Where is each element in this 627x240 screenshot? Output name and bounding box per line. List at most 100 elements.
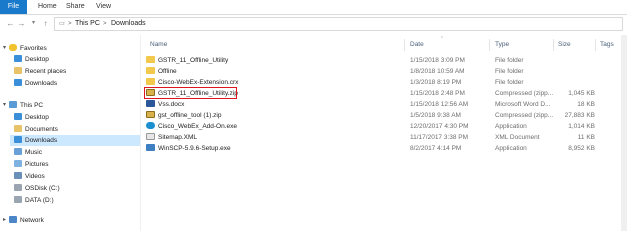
recent-places-icon xyxy=(14,67,22,74)
chevron-down-icon[interactable]: ▾ xyxy=(3,43,6,54)
breadcrumb-separator: > xyxy=(68,21,72,27)
pane-divider[interactable] xyxy=(140,35,141,231)
file-row[interactable]: WinSCP-5.9.6-Setup.exe 8/2/2017 4:14 PM … xyxy=(142,143,621,154)
column-divider[interactable] xyxy=(595,39,596,51)
file-date: 1/15/2018 12:56 AM xyxy=(410,101,469,108)
nav-label: Downloads xyxy=(25,137,58,144)
file-row[interactable]: Vss.docx 1/15/2018 12:56 AM Microsoft Wo… xyxy=(142,99,621,110)
breadcrumb-downloads[interactable]: Downloads xyxy=(111,18,146,30)
tab-view[interactable]: View xyxy=(96,0,111,14)
file-date: 1/3/2018 8:19 PM xyxy=(410,79,462,86)
file-name: gst_offline_tool (1).zip xyxy=(158,112,222,119)
nav-favorites[interactable]: Favorites xyxy=(9,43,47,54)
nav-label: DATA (D:) xyxy=(25,197,54,204)
file-type: XML Document xyxy=(495,134,540,141)
column-header-date[interactable]: Date xyxy=(410,39,424,51)
nav-label: Recent places xyxy=(25,68,67,75)
file-date: 8/2/2017 4:14 PM xyxy=(410,145,462,152)
file-row[interactable]: gst_offline_tool (1).zip 1/5/2018 9:38 A… xyxy=(142,110,621,121)
nav-fav-downloads[interactable]: Downloads xyxy=(14,78,57,89)
column-header-name[interactable]: Name xyxy=(150,39,167,51)
recent-dropdown-icon[interactable]: ▾ xyxy=(29,18,38,29)
pictures-icon xyxy=(14,160,22,167)
nav-pc-downloads[interactable]: Downloads xyxy=(10,135,140,146)
folder-icon xyxy=(146,78,155,85)
file-row[interactable]: Offline 1/8/2018 10:59 AM File folder xyxy=(142,66,621,77)
file-name: Offline xyxy=(158,68,177,75)
file-date: 1/15/2018 2:48 PM xyxy=(410,90,465,97)
chevron-down-icon[interactable]: ▾ xyxy=(3,100,6,111)
pc-icon: ▭ xyxy=(59,21,65,27)
tab-home[interactable]: Home xyxy=(38,0,57,14)
file-date: 11/17/2017 3:38 PM xyxy=(410,134,469,141)
file-row[interactable]: Sitemap.XML 11/17/2017 3:38 PM XML Docum… xyxy=(142,132,621,143)
address-bar[interactable]: ▭ > This PC > Downloads xyxy=(54,17,623,31)
breadcrumb-this-pc[interactable]: This PC xyxy=(75,18,100,30)
file-type: File folder xyxy=(495,79,524,86)
column-header-tags[interactable]: Tags xyxy=(600,39,614,51)
drive-icon xyxy=(14,196,22,203)
nav-pc-osdisk[interactable]: OSDisk (C:) xyxy=(14,183,60,194)
column-divider[interactable] xyxy=(553,39,554,51)
nav-pc-desktop[interactable]: Desktop xyxy=(14,112,49,123)
exe-icon xyxy=(146,122,155,129)
tab-file[interactable]: File xyxy=(0,0,27,14)
file-row[interactable]: GSTR_11_Offline_Utility 1/15/2018 3:09 P… xyxy=(142,55,621,66)
file-date: 1/8/2018 10:59 AM xyxy=(410,68,465,75)
nav-fav-desktop[interactable]: Desktop xyxy=(14,54,49,65)
nav-network[interactable]: Network xyxy=(9,215,44,226)
nav-pc-videos[interactable]: Videos xyxy=(14,171,45,182)
desktop-icon xyxy=(14,113,22,120)
breadcrumb-separator: > xyxy=(103,21,107,27)
nav-label: Music xyxy=(25,149,42,156)
nav-label: Documents xyxy=(25,126,58,133)
nav-pc-documents[interactable]: Documents xyxy=(14,124,58,135)
chevron-right-icon[interactable]: ▸ xyxy=(3,215,6,226)
file-size: 1,045 KB xyxy=(568,90,595,97)
file-type: Compressed (zipp... xyxy=(495,90,554,97)
file-name: Vss.docx xyxy=(158,101,185,108)
nav-label: Downloads xyxy=(25,80,58,87)
nav-label: Videos xyxy=(25,173,45,180)
zip-icon xyxy=(146,111,155,118)
nav-pc-music[interactable]: Music xyxy=(14,147,42,158)
folder-icon xyxy=(146,67,155,74)
nav-label: Desktop xyxy=(25,114,49,121)
back-arrow-icon[interactable]: ← xyxy=(6,18,15,29)
nav-fav-recent-places[interactable]: Recent places xyxy=(14,66,66,77)
network-icon xyxy=(9,216,17,223)
file-size: 1,014 KB xyxy=(568,123,595,130)
desktop-icon xyxy=(14,55,22,62)
file-size: 27,883 KB xyxy=(564,112,595,119)
address-row: ← → ▾ ↑ ▭ > This PC > Downloads xyxy=(0,15,627,33)
sort-chevron-icon: ⌃ xyxy=(440,36,445,42)
column-divider[interactable] xyxy=(404,39,405,51)
navigation-pane: ▾ Favorites Desktop Recent places Downlo… xyxy=(0,40,140,231)
file-row[interactable]: Cisco_WebEx_Add-On.exe 12/20/2017 4:30 P… xyxy=(142,121,621,132)
file-name: WinSCP-5.9.6-Setup.exe xyxy=(158,145,231,152)
vertical-scrollbar[interactable] xyxy=(621,35,627,231)
file-name: GSTR_11_Offline_Utility xyxy=(158,57,229,64)
nav-pc-data[interactable]: DATA (D:) xyxy=(14,195,54,206)
column-header-size[interactable]: Size xyxy=(558,39,571,51)
nav-favorites-label: Favorites xyxy=(20,45,47,52)
file-size: 18 KB xyxy=(577,101,595,108)
ribbon: File Home Share View xyxy=(0,0,627,15)
nav-network-label: Network xyxy=(20,217,44,224)
file-type: File folder xyxy=(495,57,524,64)
drive-icon xyxy=(14,184,22,191)
exe-icon xyxy=(146,144,155,151)
file-size: 8,952 KB xyxy=(568,145,595,152)
tab-share[interactable]: Share xyxy=(66,0,85,14)
file-type: Microsoft Word D... xyxy=(495,101,551,108)
documents-icon xyxy=(14,125,22,132)
up-arrow-icon[interactable]: ↑ xyxy=(41,18,50,29)
column-divider[interactable] xyxy=(489,39,490,51)
forward-arrow-icon[interactable]: → xyxy=(17,18,26,29)
videos-icon xyxy=(14,172,22,179)
nav-pc-pictures[interactable]: Pictures xyxy=(14,159,48,170)
column-header-type[interactable]: Type xyxy=(495,39,509,51)
downloads-icon xyxy=(14,79,22,86)
nav-label: OSDisk (C:) xyxy=(25,185,60,192)
nav-this-pc[interactable]: This PC xyxy=(9,100,43,111)
